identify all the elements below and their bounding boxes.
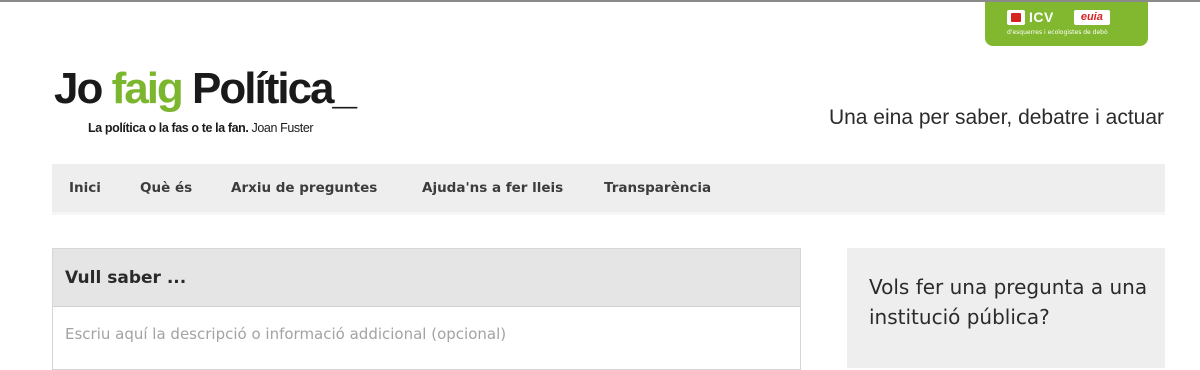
sidebar-box: Vols fer una pregunta a una institució p… [847,248,1165,368]
party-name: ICV [1029,9,1054,25]
main-nav: Inici Què és Arxiu de preguntes Ajuda'ns… [52,164,1165,215]
euia-logo-text: euia [1080,11,1103,23]
site-tagline: Una eina per saber, debatre i actuar [828,106,1164,129]
nav-item-que-es[interactable]: Què és [140,164,192,212]
logo-part-jo: Jo [54,64,112,113]
site-logo[interactable]: Jo faig Política_ [54,64,357,114]
logo-tagline-quote: La política o la fas o te la fan. [88,121,249,135]
nav-item-arxiu-preguntes[interactable]: Arxiu de preguntes [231,164,377,212]
party-badge[interactable]: ICV euia d'esquerres i ecologistes de de… [985,2,1148,46]
sidebar-prompt: Vols fer una pregunta a una institució p… [869,275,1148,329]
logo-tagline: La política o la fas o te la fan. Joan F… [88,121,314,135]
nav-item-ajudans[interactable]: Ajuda'ns a fer lleis [422,164,563,212]
logo-part-politica: Política_ [181,64,357,113]
logo-part-faig: faig [111,64,184,113]
description-field[interactable] [53,307,800,367]
ask-question-title[interactable]: Vull saber ... [53,249,800,307]
party-logos: ICV euia [1007,8,1110,26]
party-tagline: d'esquerres i ecologistes de debò [1007,29,1108,36]
logo-tagline-author: Joan Fuster [248,121,314,135]
icv-logo-icon [1007,9,1025,25]
ask-question-panel: Vull saber ... [52,248,801,370]
euia-logo: euia [1073,9,1110,25]
nav-item-transparencia[interactable]: Transparència [604,164,711,212]
nav-item-inici[interactable]: Inici [69,164,101,212]
